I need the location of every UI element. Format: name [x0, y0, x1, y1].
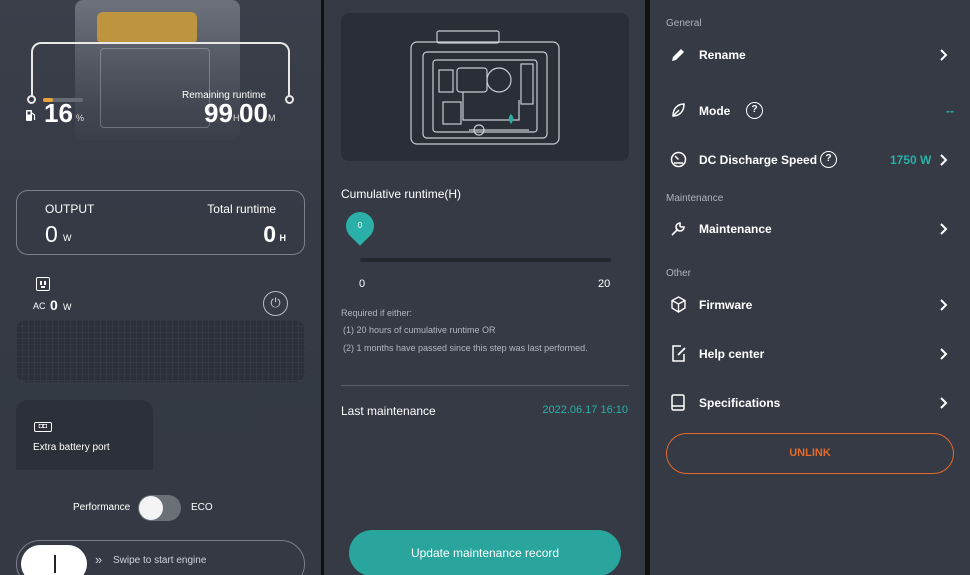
fuel-percent-unit: % [76, 113, 85, 123]
requirement-line-1: (1) 20 hours of cumulative runtime OR [343, 325, 496, 335]
double-chevron-icon: » [95, 552, 103, 567]
ac-socket-icon [36, 277, 50, 291]
last-maintenance-value: 2022.06.17 16:10 [542, 404, 628, 416]
settings-panel: General Rename Mode ? -- DC Discharge Sp… [650, 0, 970, 575]
help-center-label: Help center [699, 347, 765, 361]
dc-discharge-speed-row[interactable]: DC Discharge Speed ? 1750 W [650, 145, 970, 175]
ac-usage-graph [16, 320, 305, 382]
slider-min-label: 0 [359, 278, 366, 290]
fuel-pump-icon [26, 110, 36, 121]
chevron-right-icon [940, 49, 948, 61]
bracket-dot-left [27, 95, 36, 104]
eco-label: ECO [191, 502, 213, 513]
ac-power-button[interactable]: ⏻ [263, 291, 288, 316]
maintenance-label: Maintenance [699, 222, 772, 236]
section-maintenance: Maintenance [666, 193, 724, 204]
swipe-label: Swipe to start engine [113, 555, 207, 566]
generator-handle [97, 12, 197, 44]
generator-outline-illustration [410, 30, 560, 145]
performance-eco-toggle[interactable] [138, 495, 181, 521]
maintenance-detail-panel: Cumulative runtime(H) 0 0 20 Required if… [324, 0, 645, 575]
output-label: OUTPUT [45, 202, 95, 216]
chevron-right-icon [940, 154, 948, 166]
ac-label: AC [33, 301, 46, 311]
fuel-percent: 16 [44, 98, 73, 128]
dc-speed-label: DC Discharge Speed [699, 153, 818, 167]
maintenance-row[interactable]: Maintenance [650, 214, 970, 244]
total-runtime-value: 0 [263, 221, 276, 247]
remaining-hours: 99 [204, 98, 233, 128]
bracket-dot-right [285, 95, 294, 104]
chevron-right-icon [940, 223, 948, 235]
extra-battery-card[interactable]: ◘◘ Extra battery port [16, 400, 153, 470]
total-runtime-label: Total runtime [207, 202, 276, 216]
remaining-minutes: 00 [239, 98, 268, 128]
pencil-icon [672, 49, 684, 61]
slider-max-label: 20 [598, 278, 611, 290]
mode-row[interactable]: Mode ? -- [650, 96, 970, 126]
chevron-right-icon [940, 348, 948, 360]
generator-diagram-card [341, 13, 629, 161]
dc-speed-help-icon[interactable]: ? [820, 151, 837, 168]
document-edit-icon [672, 345, 686, 362]
battery-port-icon: ◘◘ [34, 422, 52, 432]
performance-label: Performance [73, 502, 131, 513]
ac-unit: W [63, 302, 72, 312]
chevron-right-icon [940, 397, 948, 409]
remaining-minutes-unit: M [268, 113, 276, 123]
output-value: 0 [45, 221, 58, 247]
runtime-progress-track [360, 258, 611, 262]
rename-label: Rename [699, 48, 746, 62]
extra-battery-label: Extra battery port [33, 442, 110, 453]
firmware-label: Firmware [699, 298, 753, 312]
swipe-start-engine-slider[interactable]: » Swipe to start engine [16, 540, 305, 575]
wrench-icon [671, 222, 685, 236]
specifications-row[interactable]: Specifications [650, 388, 970, 418]
update-maintenance-button[interactable]: Update maintenance record [349, 530, 621, 575]
section-general: General [666, 18, 702, 29]
help-center-row[interactable]: Help center [650, 339, 970, 369]
divider [341, 385, 629, 386]
last-maintenance-label: Last maintenance [341, 404, 436, 418]
cumulative-runtime-label: Cumulative runtime(H) [341, 187, 462, 201]
speedometer-icon [670, 151, 687, 168]
total-runtime-unit: H [279, 233, 287, 243]
ac-value: 0 [50, 297, 58, 313]
mode-help-icon[interactable]: ? [746, 102, 763, 119]
rename-row[interactable]: Rename [650, 40, 970, 70]
specifications-label: Specifications [699, 396, 781, 410]
requirement-heading: Required if either: [341, 308, 413, 318]
mode-value: -- [946, 104, 954, 118]
book-icon [671, 394, 685, 411]
unlink-button[interactable]: UNLINK [666, 433, 954, 474]
firmware-row[interactable]: Firmware [650, 290, 970, 320]
device-status-panel: 16 % Remaining runtime 99 H 00 M OUTPUT … [0, 0, 321, 575]
toggle-knob [139, 496, 163, 520]
runtime-marker-value: 0 [357, 221, 363, 230]
dc-speed-value: 1750 W [890, 153, 932, 167]
requirement-line-2: (2) 1 months have passed since this step… [343, 343, 588, 353]
leaf-icon [672, 103, 685, 117]
cube-icon [671, 296, 686, 313]
chevron-right-icon [940, 299, 948, 311]
section-other: Other [666, 268, 692, 279]
mode-label: Mode [699, 104, 731, 118]
swipe-handle[interactable] [21, 545, 87, 575]
output-card: OUTPUT 0 W Total runtime 0 H [16, 190, 305, 255]
output-unit: W [63, 233, 72, 243]
